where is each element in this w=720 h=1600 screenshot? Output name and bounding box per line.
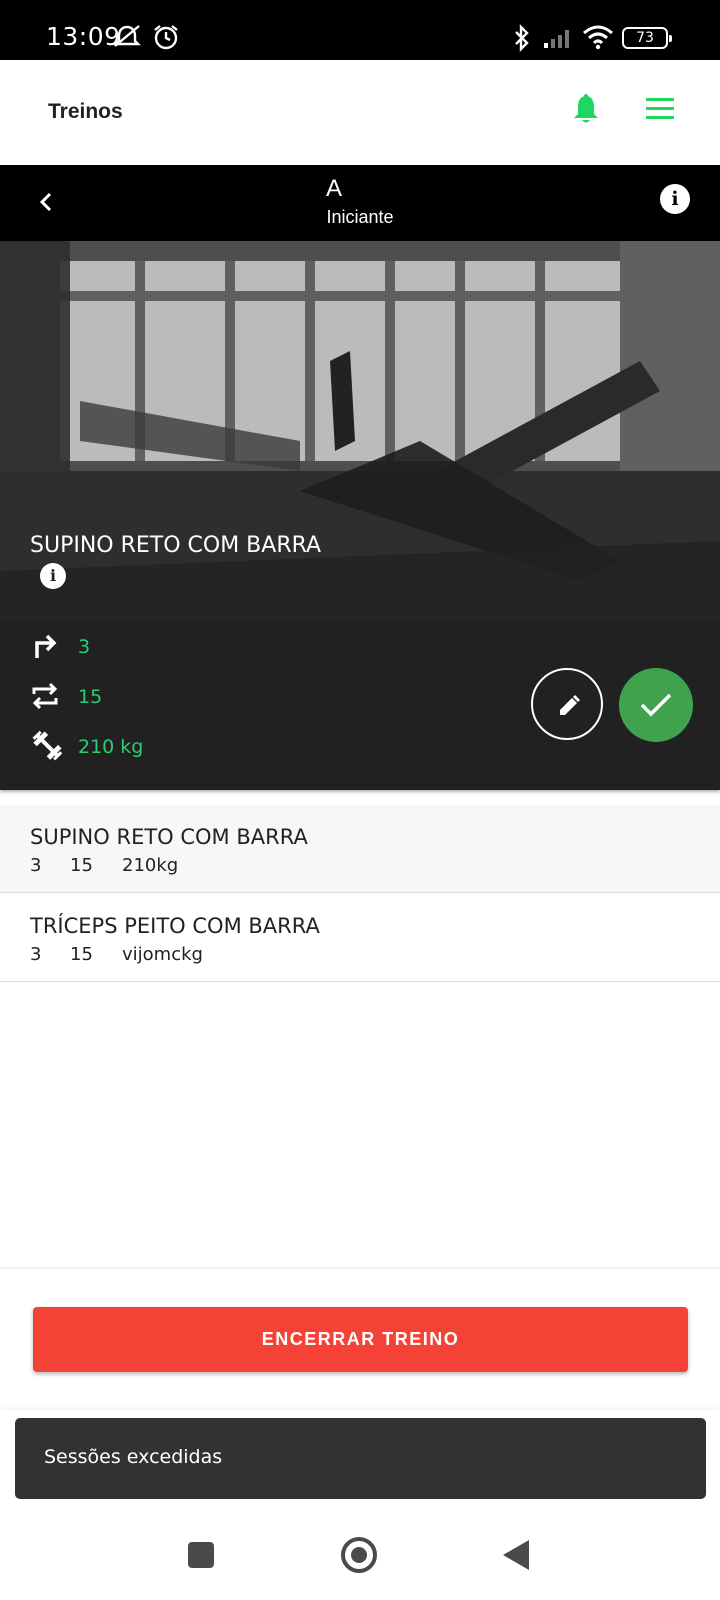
app-bar: Treinos [0,60,720,164]
info-icon[interactable]: i [660,184,690,214]
workout-header: A Iniciante i [0,165,720,241]
alarm-icon [154,25,178,50]
list-item[interactable]: TRÍCEPS PEITO COM BARRA 3 15 vijomckg [0,894,720,982]
status-bar: 13:09 73 [0,0,720,60]
exercise-meta: 3 15 vijomckg [30,944,203,965]
home-button[interactable] [341,1537,377,1573]
exercise-name: SUPINO RETO COM BARRA [30,825,308,849]
bluetooth-icon [515,24,529,52]
exercise-title: SUPINO RETO COM BARRA [30,533,322,558]
reps-value: 15 [78,686,103,708]
snackbar: Sessões excedidas [15,1418,706,1499]
list-item[interactable]: SUPINO RETO COM BARRA 3 15 210kg [0,805,720,893]
exercise-reps: 15 [70,855,93,876]
exercise-sets: 3 [30,855,42,876]
check-icon [640,693,672,717]
weight-value: 210 kg [78,736,144,758]
wifi-icon [583,25,613,50]
menu-icon[interactable] [646,98,674,120]
gym-background-image [0,241,720,622]
reps-icon [32,682,58,710]
exercise-weight: vijomckg [122,944,203,965]
bell-icon[interactable] [572,94,600,124]
edit-icon [560,694,581,715]
divider [0,1267,720,1269]
exercise-stats-panel: 3 15 210 kg [0,622,720,790]
end-workout-button[interactable]: ENCERRAR TREINO [33,1307,688,1372]
back-button[interactable] [503,1540,529,1570]
app-title: Treinos [48,100,123,123]
weight-icon [32,730,62,761]
exercise-weight: 210kg [122,855,179,876]
edit-button[interactable] [531,668,603,740]
signal-icon [544,30,569,48]
silent-bell-icon [113,25,141,47]
exercise-info-icon[interactable]: i [40,563,66,589]
sets-icon [35,634,57,658]
battery-indicator: 73 [622,27,672,49]
exercise-name: TRÍCEPS PEITO COM BARRA [30,914,320,938]
status-time: 13:09 [46,22,121,51]
recents-button[interactable] [188,1542,214,1568]
workout-level: Iniciante [326,207,394,227]
exercise-sets: 3 [30,944,42,965]
snackbar-message: Sessões excedidas [44,1446,223,1468]
complete-button[interactable] [619,668,693,742]
exercise-reps: 15 [70,944,93,965]
sets-value: 3 [78,636,91,658]
exercise-meta: 3 15 210kg [30,855,178,876]
system-nav-bar [0,1512,720,1600]
workout-name: A [325,175,342,202]
exercise-image: SUPINO RETO COM BARRA i [0,241,720,622]
